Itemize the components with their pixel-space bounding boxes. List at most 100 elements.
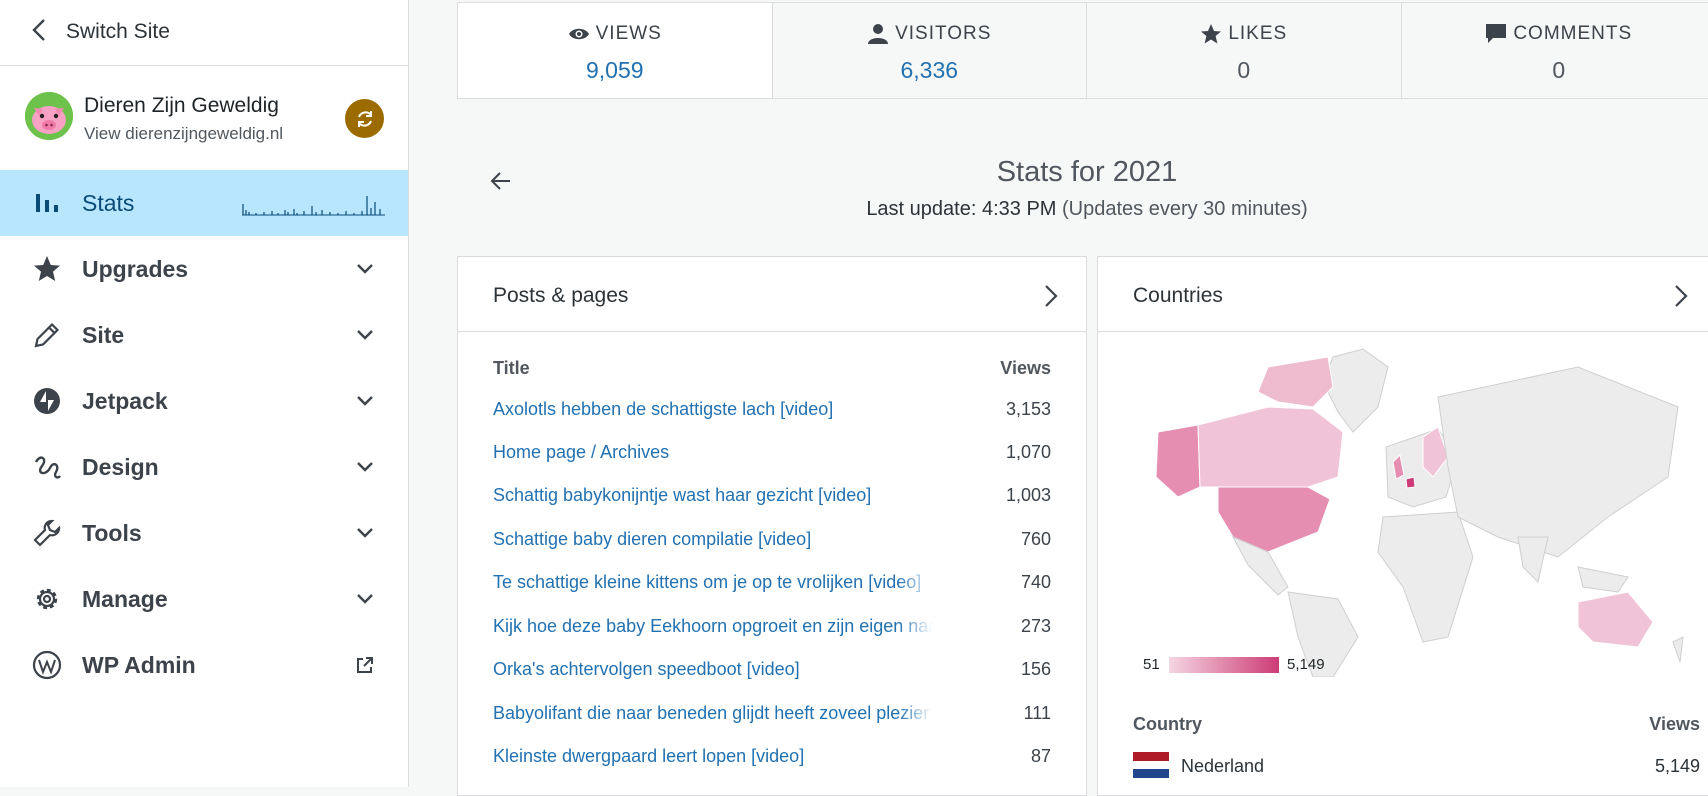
country-name: Nederland	[1181, 756, 1264, 777]
stats-icon	[32, 188, 62, 218]
countries-table-header: Country Views	[1133, 714, 1700, 735]
sidebar-item-upgrades[interactable]: Upgrades	[0, 236, 408, 302]
pig-icon	[25, 92, 73, 140]
col-title: Title	[493, 358, 530, 378]
switch-site-button[interactable]: Switch Site	[0, 0, 408, 66]
update-interval: (Updates every 30 minutes)	[1056, 198, 1307, 220]
tab-likes[interactable]: LIKES 0	[1087, 3, 1402, 98]
tab-visitors[interactable]: VISITORS 6,336	[773, 3, 1088, 98]
main-content: VIEWS 9,059 VISITORS 6,336 LIKES 0 COMME…	[409, 0, 1708, 787]
sidebar-item-design[interactable]: Design	[0, 434, 408, 500]
post-link[interactable]: Home page / Archives	[493, 442, 933, 463]
sidebar-item-label: Tools	[82, 520, 142, 547]
last-update-time: Last update: 4:33 PM	[866, 198, 1056, 220]
netherlands-flag-icon	[1133, 752, 1169, 778]
stats-summary-tabs: VIEWS 9,059 VISITORS 6,336 LIKES 0 COMME…	[457, 2, 1708, 99]
site-avatar	[25, 92, 73, 140]
posts-card-header[interactable]: Posts & pages	[458, 257, 1086, 332]
star-icon	[32, 254, 62, 284]
chevron-down-icon	[355, 457, 375, 477]
post-link[interactable]: Te schattige kleine kittens om je op te …	[493, 572, 933, 593]
person-icon	[867, 23, 889, 45]
sidebar-item-label: WP Admin	[82, 652, 196, 679]
gear-icon	[32, 584, 62, 614]
post-views: 87	[1031, 746, 1051, 767]
sidebar-item-label: Design	[82, 454, 159, 481]
design-icon	[32, 452, 62, 482]
post-views: 1,003	[1006, 485, 1051, 506]
card-title: Countries	[1133, 284, 1223, 308]
chevron-down-icon	[355, 589, 375, 609]
table-row: Axolotls hebben de schattigste lach [vid…	[493, 399, 1051, 423]
sidebar-item-label: Manage	[82, 586, 168, 613]
post-link[interactable]: Kleinste dwergpaard leert lopen [video]	[493, 746, 933, 767]
table-row: Orka's achtervolgen speedboot [video] 156	[493, 659, 1051, 683]
comment-icon	[1485, 23, 1507, 45]
tab-label: VISITORS	[895, 23, 991, 45]
table-row: Kijk hoe deze baby Eekhoorn opgroeit en …	[493, 616, 1051, 640]
post-views: 3,153	[1006, 399, 1051, 420]
post-link[interactable]: Orka's achtervolgen speedboot [video]	[493, 659, 933, 680]
sidebar-item-stats[interactable]: Stats	[0, 170, 408, 236]
post-link[interactable]: Kijk hoe deze baby Eekhoorn opgroeit en …	[493, 616, 933, 637]
eye-icon	[568, 23, 590, 45]
post-views: 740	[1021, 572, 1051, 593]
legend-gradient	[1169, 657, 1279, 673]
sidebar-item-label: Site	[82, 322, 124, 349]
table-row: Nederland 5,149	[1133, 752, 1700, 782]
star-icon	[1200, 23, 1222, 45]
post-link[interactable]: Schattige baby dieren compilatie [video]	[493, 529, 933, 550]
country-views: 5,149	[1655, 756, 1700, 777]
sync-icon[interactable]	[345, 99, 384, 138]
last-update: Last update: 4:33 PM (Updates every 30 m…	[457, 198, 1708, 221]
likes-value: 0	[1087, 57, 1401, 84]
tab-views[interactable]: VIEWS 9,059	[458, 3, 773, 98]
table-row: Schattige baby dieren compilatie [video]…	[493, 529, 1051, 553]
sidebar-item-jetpack[interactable]: Jetpack	[0, 368, 408, 434]
countries-card: Countries	[1097, 256, 1708, 796]
sidebar-item-wp-admin[interactable]: WP Admin	[0, 632, 408, 698]
world-map[interactable]	[1138, 337, 1698, 677]
table-row: Schattig babykonijntje wast haar gezicht…	[493, 485, 1051, 509]
table-row: Home page / Archives1,070	[493, 442, 1051, 466]
site-card[interactable]: Dieren Zijn Geweldig View dierenzijngewe…	[0, 67, 408, 170]
page-title: Stats for 2021	[457, 156, 1708, 189]
table-row: Te schattige kleine kittens om je op te …	[493, 572, 1051, 596]
stats-sparkline	[242, 194, 385, 216]
col-views: Views	[1000, 358, 1051, 379]
sidebar-item-label: Jetpack	[82, 388, 168, 415]
sidebar-item-site[interactable]: Site	[0, 302, 408, 368]
post-link[interactable]: Axolotls hebben de schattigste lach [vid…	[493, 399, 933, 420]
switch-site-label: Switch Site	[66, 20, 170, 44]
wrench-icon	[32, 518, 62, 548]
sidebar-item-manage[interactable]: Manage	[0, 566, 408, 632]
site-url-link[interactable]: View dierenzijngeweldig.nl	[84, 124, 283, 144]
table-row: Babyolifant die naar beneden glijdt heef…	[493, 703, 1051, 727]
post-views: 111	[1024, 703, 1051, 724]
countries-card-header[interactable]: Countries	[1098, 257, 1708, 332]
legend-max: 5,149	[1287, 656, 1325, 673]
tab-comments[interactable]: COMMENTS 0	[1402, 3, 1708, 98]
sidebar-item-tools[interactable]: Tools	[0, 500, 408, 566]
views-value: 9,059	[458, 57, 772, 84]
table-row: Kleinste dwergpaard leert lopen [video] 8…	[493, 746, 1051, 770]
card-title: Posts & pages	[493, 284, 628, 308]
chevron-down-icon	[355, 523, 375, 543]
visitors-value: 6,336	[773, 57, 1087, 84]
tab-label: COMMENTS	[1513, 23, 1632, 45]
chevron-left-icon	[28, 17, 50, 43]
chevron-right-icon	[1674, 284, 1688, 308]
jetpack-icon	[32, 386, 62, 416]
tab-label: LIKES	[1228, 23, 1287, 45]
post-link[interactable]: Babyolifant die naar beneden glijdt heef…	[493, 703, 933, 724]
sidebar-item-label: Stats	[82, 190, 134, 217]
site-name: Dieren Zijn Geweldig	[84, 94, 279, 118]
chevron-down-icon	[355, 259, 375, 279]
post-views: 273	[1021, 616, 1051, 637]
post-views: 156	[1021, 659, 1051, 680]
chevron-down-icon	[355, 391, 375, 411]
post-link[interactable]: Schattig babykonijntje wast haar gezicht…	[493, 485, 933, 506]
col-country: Country	[1133, 714, 1202, 734]
external-link-icon	[355, 655, 375, 675]
map-legend: 51 5,149	[1143, 654, 1343, 680]
